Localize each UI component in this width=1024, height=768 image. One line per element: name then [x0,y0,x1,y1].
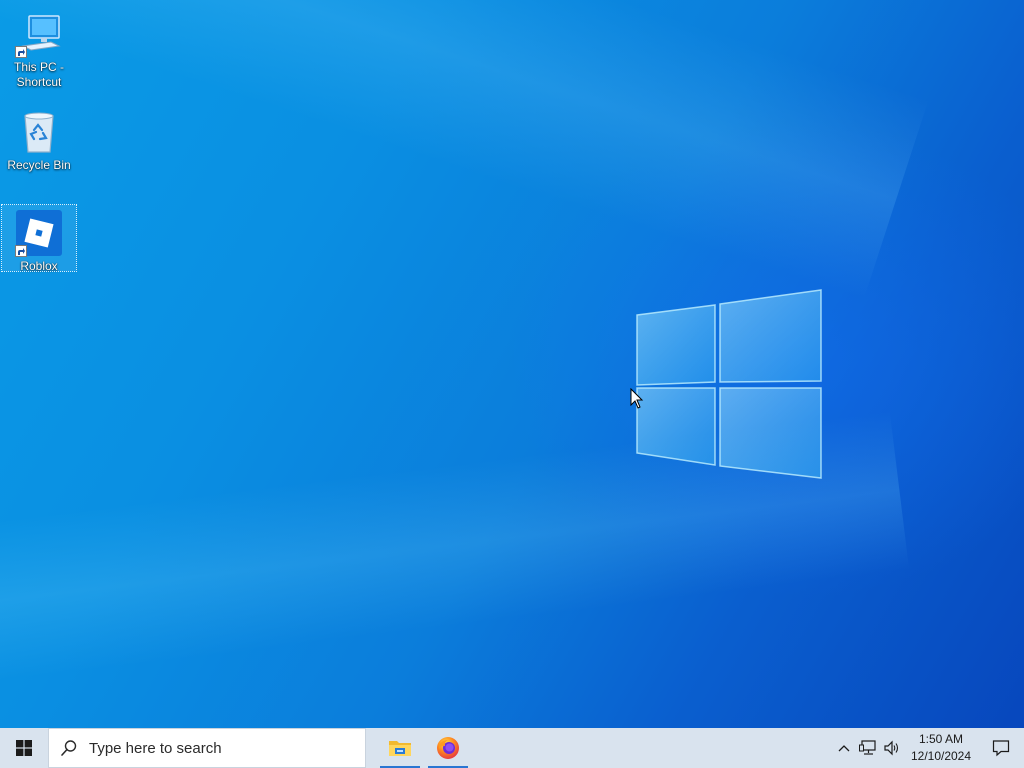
desktop-icon-this-pc[interactable]: This PC - Shortcut [2,6,76,90]
clock-date: 12/10/2024 [910,749,972,763]
chevron-up-icon[interactable] [832,728,856,768]
search-input[interactable]: Type here to search [48,728,366,768]
recycle-bin-icon [15,108,63,156]
roblox-icon [15,209,63,257]
shortcut-arrow-icon [15,245,27,257]
desktop-icon-recycle-bin[interactable]: Recycle Bin [2,104,76,173]
search-icon [49,739,89,757]
network-icon[interactable] [856,728,880,768]
computer-monitor-icon [15,10,63,58]
desktop-icon-label: Roblox [20,259,58,273]
desktop[interactable]: This PC - Shortcut Recycle Bin Roblox [0,0,1024,728]
desktop-icon-roblox[interactable]: Roblox [1,204,77,273]
firefox-icon [437,737,459,759]
taskbar-app-file-explorer[interactable] [376,728,424,768]
light-beam [0,0,929,300]
taskbar-clock[interactable]: 1:50 AM 12/10/2024 [904,731,978,765]
notification-center-button[interactable] [978,728,1024,768]
file-explorer-icon [389,741,411,756]
taskbar: Type here to search 1:50 AM 12/10/2024 [0,728,1024,768]
system-tray: 1:50 AM 12/10/2024 [832,728,1024,768]
notification-icon [992,740,1010,757]
clock-time: 1:50 AM [918,732,964,746]
shortcut-arrow-icon [15,46,27,58]
start-button[interactable] [0,728,48,768]
desktop-icon-label: Recycle Bin [7,158,71,172]
volume-icon[interactable] [880,728,904,768]
windows-start-icon [16,740,32,756]
windows-logo-wallpaper [636,289,822,479]
desktop-icon-label: This PC - Shortcut [13,60,64,89]
search-placeholder: Type here to search [89,739,222,757]
mouse-cursor-icon [630,388,644,409]
taskbar-app-firefox[interactable] [424,728,472,768]
